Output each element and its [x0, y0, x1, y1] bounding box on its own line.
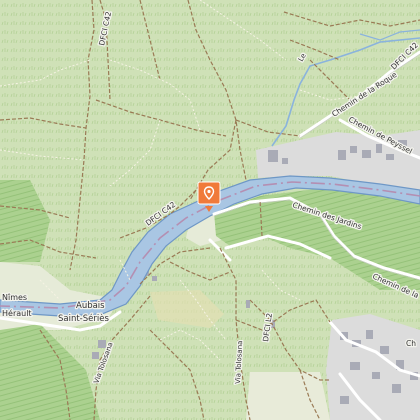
road-label-ch: Ch — [406, 339, 416, 348]
place-label-herault: Hérault — [2, 308, 32, 318]
urban-area — [326, 314, 420, 420]
place-label-nimes: Nîmes — [2, 293, 27, 302]
map-view[interactable]: DFCI C42 Le DFCI C42 Chemin de la Roque … — [0, 0, 420, 420]
place-label-aubais: Aubais — [76, 301, 105, 311]
map-canvas[interactable]: DFCI C42 Le DFCI C42 Chemin de la Roque … — [0, 0, 420, 420]
place-label-saint-series: Saint-Sériès — [58, 313, 109, 324]
field-area — [246, 372, 330, 420]
